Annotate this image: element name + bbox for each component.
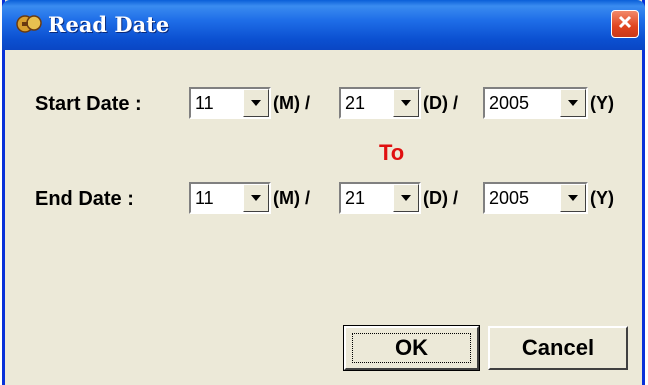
title-bar[interactable]: Read Date	[2, 0, 645, 50]
read-date-dialog: Read Date Start Date : 11 (M) / 21 (D) /…	[2, 0, 645, 385]
start-date-label: Start Date :	[35, 93, 142, 115]
end-month-select[interactable]: 11	[189, 182, 271, 214]
year-unit-label: (Y)	[590, 188, 614, 208]
day-unit-label: (D) /	[423, 188, 458, 208]
close-button[interactable]	[611, 10, 639, 38]
end-date-label: End Date :	[35, 188, 134, 210]
chevron-down-icon[interactable]	[560, 184, 586, 212]
end-year-select[interactable]: 2005	[483, 182, 588, 214]
to-separator-label: To	[379, 140, 405, 165]
year-unit-label: (Y)	[590, 93, 614, 113]
window-title: Read Date	[48, 12, 170, 37]
month-unit-label: (M) /	[273, 188, 310, 208]
day-unit-label: (D) /	[423, 93, 458, 113]
start-month-value: 11	[195, 93, 214, 113]
start-month-select[interactable]: 11	[189, 87, 271, 119]
end-day-value: 21	[345, 188, 366, 208]
ok-button-label: OK	[352, 333, 471, 363]
start-day-value: 21	[345, 93, 366, 113]
start-year-select[interactable]: 2005	[483, 87, 588, 119]
month-unit-label: (M) /	[273, 93, 310, 113]
start-year-value: 2005	[489, 93, 530, 113]
end-month-value: 11	[195, 188, 214, 208]
chevron-down-icon[interactable]	[243, 184, 269, 212]
end-day-select[interactable]: 21	[339, 182, 421, 214]
start-day-select[interactable]: 21	[339, 87, 421, 119]
cancel-button[interactable]: Cancel	[488, 326, 628, 370]
end-year-value: 2005	[489, 188, 530, 208]
app-icon	[16, 12, 42, 36]
cancel-button-label: Cancel	[521, 335, 595, 360]
chevron-down-icon[interactable]	[393, 184, 419, 212]
ok-button[interactable]: OK	[343, 325, 480, 371]
chevron-down-icon[interactable]	[243, 89, 269, 117]
close-icon	[617, 14, 633, 35]
chevron-down-icon[interactable]	[560, 89, 586, 117]
chevron-down-icon[interactable]	[393, 89, 419, 117]
